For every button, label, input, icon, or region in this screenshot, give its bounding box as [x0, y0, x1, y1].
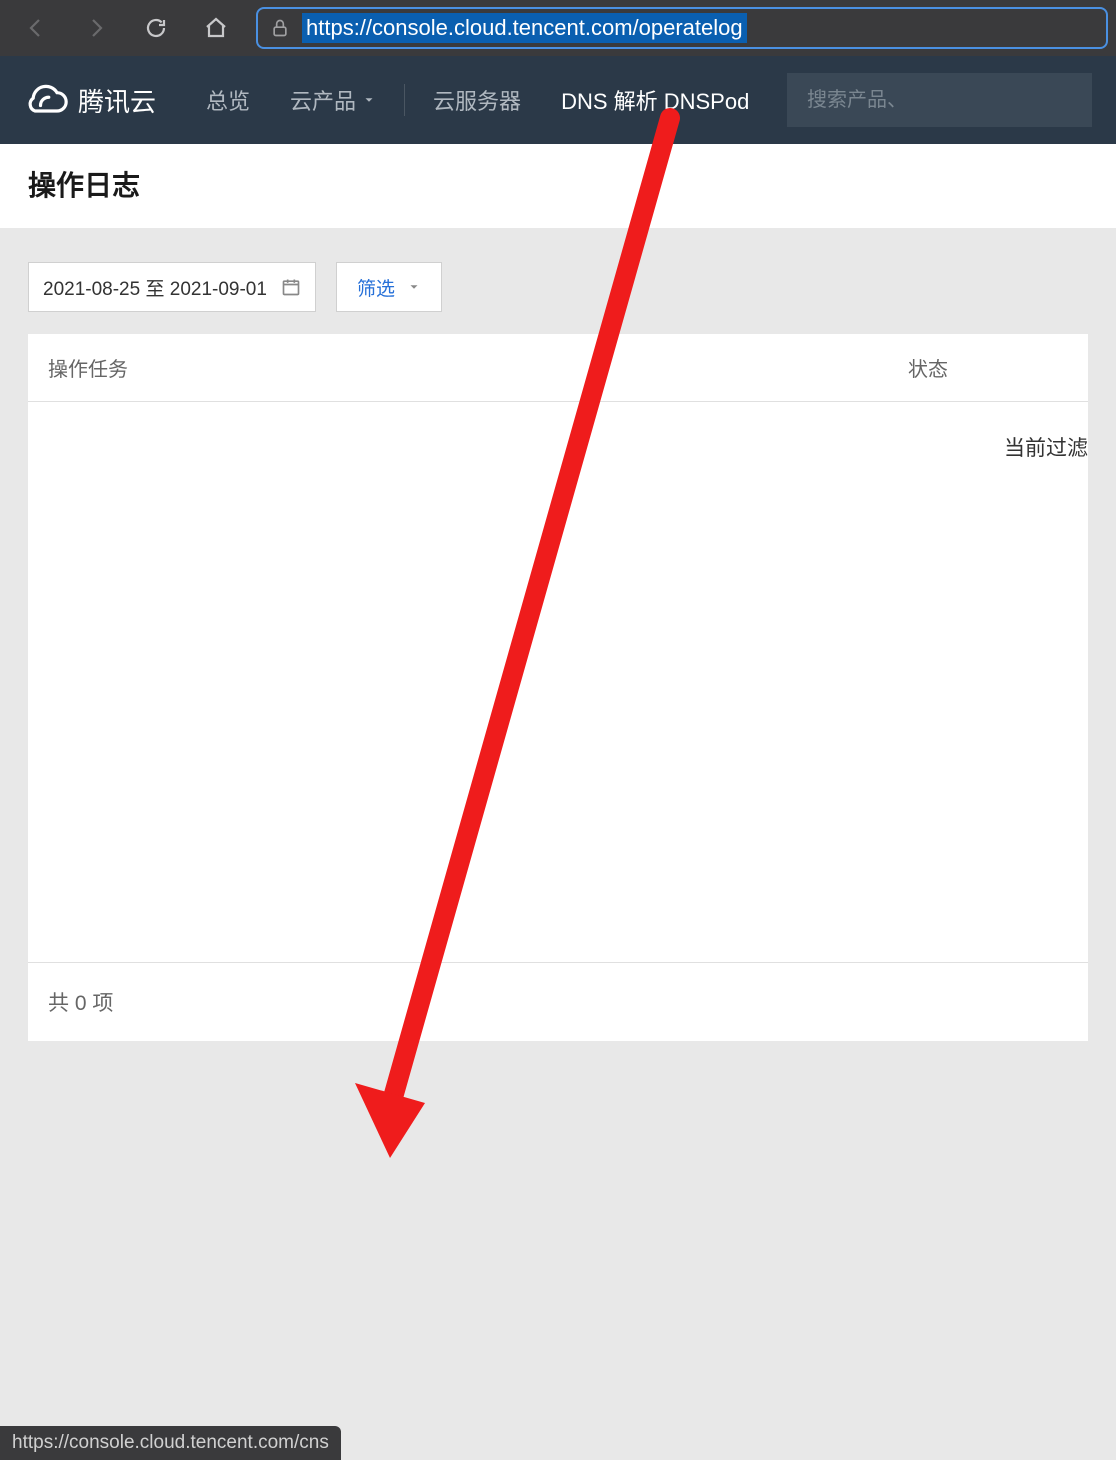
- content-area: 2021-08-25 至 2021-09-01 筛选 操作任务 状态 当前过滤 …: [0, 228, 1116, 1041]
- hover-url: https://console.cloud.tencent.com/cns: [12, 1432, 329, 1453]
- table-footer: 共 0 项: [28, 962, 1088, 1041]
- reload-button[interactable]: [128, 6, 184, 50]
- column-task: 操作任务: [48, 353, 908, 382]
- calendar-icon: [281, 277, 301, 297]
- filter-label: 筛选: [357, 274, 395, 301]
- chevron-down-icon: [407, 280, 421, 294]
- url-text: https://console.cloud.tencent.com/operat…: [302, 13, 747, 43]
- brand-name: 腾讯云: [78, 82, 156, 119]
- home-button[interactable]: [188, 6, 244, 50]
- chevron-down-icon: [362, 93, 376, 107]
- total-count: 共 0 项: [48, 992, 113, 1015]
- filter-button[interactable]: 筛选: [336, 262, 442, 312]
- nav-overview[interactable]: 总览: [186, 56, 270, 144]
- date-range-text: 2021-08-25 至 2021-09-01: [43, 274, 267, 301]
- nav-search[interactable]: [787, 73, 1092, 127]
- toolbar: 2021-08-25 至 2021-09-01 筛选: [28, 262, 1088, 312]
- page-header: 操作日志: [0, 144, 1116, 228]
- nav-dnspod[interactable]: DNS 解析 DNSPod: [541, 56, 769, 144]
- top-nav: 腾讯云 总览 云产品 云服务器 DNS 解析 DNSPod: [0, 56, 1116, 144]
- cloud-logo-icon: [24, 78, 68, 122]
- browser-chrome: https://console.cloud.tencent.com/operat…: [0, 0, 1116, 56]
- date-range-picker[interactable]: 2021-08-25 至 2021-09-01: [28, 262, 316, 312]
- page-title: 操作日志: [28, 164, 1088, 204]
- nav-cloud-products[interactable]: 云产品: [270, 56, 396, 144]
- lock-icon: [270, 18, 290, 38]
- table-body: 当前过滤: [28, 402, 1088, 962]
- back-button[interactable]: [8, 6, 64, 50]
- nav-cvm[interactable]: 云服务器: [413, 56, 541, 144]
- search-input[interactable]: [807, 89, 1072, 112]
- column-status: 状态: [908, 353, 1068, 382]
- nav-divider: [404, 84, 405, 116]
- log-table: 操作任务 状态 当前过滤 共 0 项: [28, 334, 1088, 1041]
- brand-logo[interactable]: 腾讯云: [24, 78, 156, 122]
- url-bar[interactable]: https://console.cloud.tencent.com/operat…: [256, 7, 1108, 49]
- browser-status-bar: https://console.cloud.tencent.com/cns: [0, 1426, 341, 1460]
- table-header: 操作任务 状态: [28, 334, 1088, 402]
- empty-state-text: 当前过滤: [1004, 432, 1088, 462]
- forward-button[interactable]: [68, 6, 124, 50]
